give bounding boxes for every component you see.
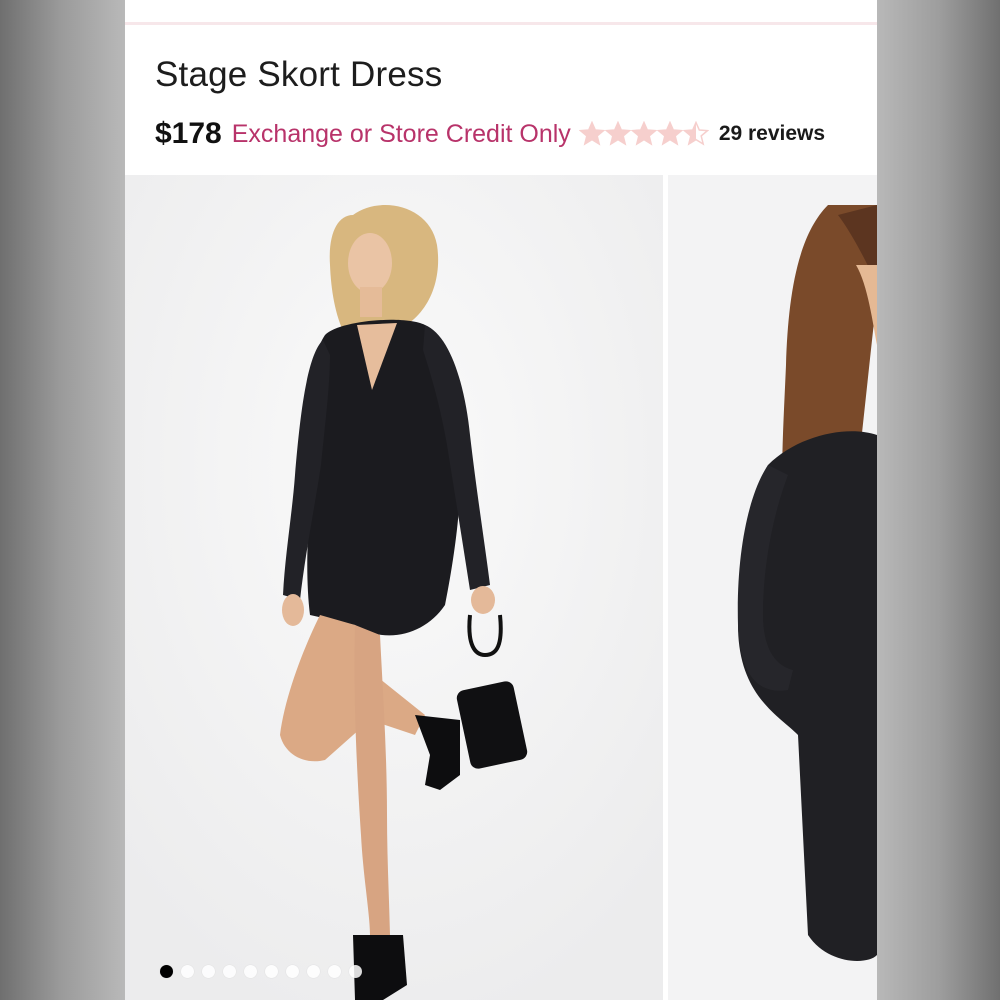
pagination-dot[interactable] [181, 965, 194, 978]
pagination-dot[interactable] [286, 965, 299, 978]
model-photo-front-view-icon [125, 175, 663, 1000]
product-page: Stage Skort Dress $178 Exchange or Store… [125, 0, 877, 1000]
star-icon [682, 121, 709, 146]
product-image-2[interactable] [668, 175, 877, 1000]
pagination-dot[interactable] [265, 965, 278, 978]
pagination-dot[interactable] [349, 965, 362, 978]
rating-stars[interactable] [578, 121, 709, 147]
pagination-dot[interactable] [202, 965, 215, 978]
return-policy-text: Exchange or Store Credit Only [231, 119, 571, 148]
pagination-dot[interactable] [223, 965, 236, 978]
star-icon [578, 121, 605, 146]
star-icon [656, 121, 683, 146]
pagination-dot[interactable] [244, 965, 257, 978]
pagination-dot[interactable] [160, 965, 173, 978]
model-photo-side-view-icon [668, 175, 877, 1000]
star-icon [630, 121, 657, 146]
pagination-dot[interactable] [307, 965, 320, 978]
reviews-link[interactable]: 29 reviews [719, 122, 825, 146]
product-image-1[interactable] [125, 175, 663, 1000]
product-header: Stage Skort Dress $178 Exchange or Store… [125, 25, 877, 175]
top-strip [125, 0, 877, 25]
price-row: $178 Exchange or Store Credit Only 29 re… [155, 115, 825, 153]
product-price: $178 [155, 117, 222, 150]
gallery-pagination-dots[interactable] [160, 965, 362, 978]
star-icon [604, 121, 631, 146]
pagination-dot[interactable] [328, 965, 341, 978]
product-title: Stage Skort Dress [155, 55, 443, 94]
product-image-gallery[interactable] [125, 175, 877, 1000]
